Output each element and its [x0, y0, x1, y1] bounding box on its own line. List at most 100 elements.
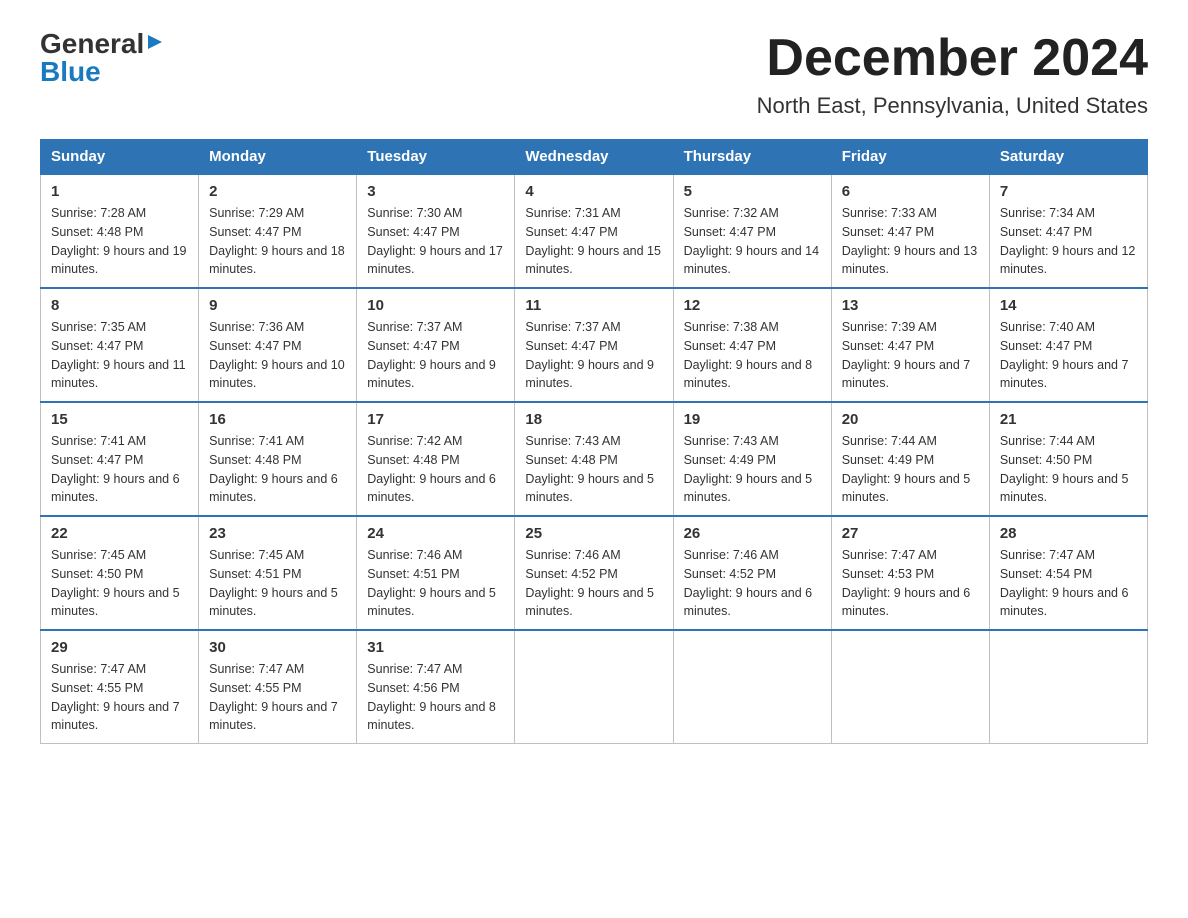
calendar-day-cell: 11 Sunrise: 7:37 AM Sunset: 4:47 PM Dayl… — [515, 288, 673, 402]
day-number: 31 — [367, 639, 504, 656]
calendar-day-cell: 10 Sunrise: 7:37 AM Sunset: 4:47 PM Dayl… — [357, 288, 515, 402]
day-number: 22 — [51, 525, 188, 542]
day-info: Sunrise: 7:33 AM Sunset: 4:47 PM Dayligh… — [842, 204, 979, 279]
calendar-week-row: 29 Sunrise: 7:47 AM Sunset: 4:55 PM Dayl… — [41, 630, 1148, 744]
logo-general-row: General — [40, 30, 164, 58]
day-info: Sunrise: 7:41 AM Sunset: 4:48 PM Dayligh… — [209, 432, 346, 507]
header: General Blue December 2024 North East, P… — [40, 30, 1148, 119]
day-info: Sunrise: 7:34 AM Sunset: 4:47 PM Dayligh… — [1000, 204, 1137, 279]
day-info: Sunrise: 7:47 AM Sunset: 4:53 PM Dayligh… — [842, 546, 979, 621]
day-number: 1 — [51, 183, 188, 200]
calendar-week-row: 8 Sunrise: 7:35 AM Sunset: 4:47 PM Dayli… — [41, 288, 1148, 402]
day-info: Sunrise: 7:44 AM Sunset: 4:50 PM Dayligh… — [1000, 432, 1137, 507]
day-info: Sunrise: 7:46 AM Sunset: 4:52 PM Dayligh… — [525, 546, 662, 621]
day-number: 23 — [209, 525, 346, 542]
calendar-day-cell: 13 Sunrise: 7:39 AM Sunset: 4:47 PM Dayl… — [831, 288, 989, 402]
calendar-day-cell — [515, 630, 673, 744]
day-info: Sunrise: 7:30 AM Sunset: 4:47 PM Dayligh… — [367, 204, 504, 279]
month-title: December 2024 — [757, 30, 1148, 87]
title-area: December 2024 North East, Pennsylvania, … — [757, 30, 1148, 119]
day-number: 13 — [842, 297, 979, 314]
day-number: 6 — [842, 183, 979, 200]
calendar-day-cell: 6 Sunrise: 7:33 AM Sunset: 4:47 PM Dayli… — [831, 174, 989, 288]
header-sunday: Sunday — [41, 140, 199, 175]
calendar-day-cell: 17 Sunrise: 7:42 AM Sunset: 4:48 PM Dayl… — [357, 402, 515, 516]
logo-blue-row: Blue — [40, 58, 101, 86]
day-number: 10 — [367, 297, 504, 314]
day-number: 29 — [51, 639, 188, 656]
calendar-day-cell: 8 Sunrise: 7:35 AM Sunset: 4:47 PM Dayli… — [41, 288, 199, 402]
day-info: Sunrise: 7:47 AM Sunset: 4:56 PM Dayligh… — [367, 660, 504, 735]
day-info: Sunrise: 7:31 AM Sunset: 4:47 PM Dayligh… — [525, 204, 662, 279]
calendar-week-row: 22 Sunrise: 7:45 AM Sunset: 4:50 PM Dayl… — [41, 516, 1148, 630]
day-number: 27 — [842, 525, 979, 542]
calendar-week-row: 1 Sunrise: 7:28 AM Sunset: 4:48 PM Dayli… — [41, 174, 1148, 288]
day-number: 2 — [209, 183, 346, 200]
day-number: 5 — [684, 183, 821, 200]
day-info: Sunrise: 7:47 AM Sunset: 4:55 PM Dayligh… — [51, 660, 188, 735]
location-title: North East, Pennsylvania, United States — [757, 93, 1148, 119]
calendar-day-cell: 3 Sunrise: 7:30 AM Sunset: 4:47 PM Dayli… — [357, 174, 515, 288]
day-info: Sunrise: 7:41 AM Sunset: 4:47 PM Dayligh… — [51, 432, 188, 507]
day-info: Sunrise: 7:36 AM Sunset: 4:47 PM Dayligh… — [209, 318, 346, 393]
calendar-day-cell: 1 Sunrise: 7:28 AM Sunset: 4:48 PM Dayli… — [41, 174, 199, 288]
calendar-day-cell: 27 Sunrise: 7:47 AM Sunset: 4:53 PM Dayl… — [831, 516, 989, 630]
day-number: 26 — [684, 525, 821, 542]
calendar-week-row: 15 Sunrise: 7:41 AM Sunset: 4:47 PM Dayl… — [41, 402, 1148, 516]
calendar-day-cell: 12 Sunrise: 7:38 AM Sunset: 4:47 PM Dayl… — [673, 288, 831, 402]
day-number: 14 — [1000, 297, 1137, 314]
day-number: 20 — [842, 411, 979, 428]
calendar-header-row: SundayMondayTuesdayWednesdayThursdayFrid… — [41, 140, 1148, 175]
calendar-day-cell: 28 Sunrise: 7:47 AM Sunset: 4:54 PM Dayl… — [989, 516, 1147, 630]
calendar-day-cell: 4 Sunrise: 7:31 AM Sunset: 4:47 PM Dayli… — [515, 174, 673, 288]
day-info: Sunrise: 7:28 AM Sunset: 4:48 PM Dayligh… — [51, 204, 188, 279]
day-info: Sunrise: 7:39 AM Sunset: 4:47 PM Dayligh… — [842, 318, 979, 393]
day-number: 18 — [525, 411, 662, 428]
day-info: Sunrise: 7:37 AM Sunset: 4:47 PM Dayligh… — [367, 318, 504, 393]
header-friday: Friday — [831, 140, 989, 175]
header-wednesday: Wednesday — [515, 140, 673, 175]
day-info: Sunrise: 7:46 AM Sunset: 4:52 PM Dayligh… — [684, 546, 821, 621]
calendar-day-cell: 26 Sunrise: 7:46 AM Sunset: 4:52 PM Dayl… — [673, 516, 831, 630]
day-info: Sunrise: 7:40 AM Sunset: 4:47 PM Dayligh… — [1000, 318, 1137, 393]
calendar-day-cell: 20 Sunrise: 7:44 AM Sunset: 4:49 PM Dayl… — [831, 402, 989, 516]
day-number: 4 — [525, 183, 662, 200]
calendar-day-cell: 31 Sunrise: 7:47 AM Sunset: 4:56 PM Dayl… — [357, 630, 515, 744]
header-thursday: Thursday — [673, 140, 831, 175]
day-info: Sunrise: 7:43 AM Sunset: 4:49 PM Dayligh… — [684, 432, 821, 507]
calendar-day-cell: 14 Sunrise: 7:40 AM Sunset: 4:47 PM Dayl… — [989, 288, 1147, 402]
header-saturday: Saturday — [989, 140, 1147, 175]
day-info: Sunrise: 7:42 AM Sunset: 4:48 PM Dayligh… — [367, 432, 504, 507]
calendar-day-cell: 25 Sunrise: 7:46 AM Sunset: 4:52 PM Dayl… — [515, 516, 673, 630]
day-info: Sunrise: 7:29 AM Sunset: 4:47 PM Dayligh… — [209, 204, 346, 279]
calendar-day-cell: 30 Sunrise: 7:47 AM Sunset: 4:55 PM Dayl… — [199, 630, 357, 744]
calendar-day-cell — [989, 630, 1147, 744]
day-info: Sunrise: 7:43 AM Sunset: 4:48 PM Dayligh… — [525, 432, 662, 507]
day-info: Sunrise: 7:44 AM Sunset: 4:49 PM Dayligh… — [842, 432, 979, 507]
day-number: 7 — [1000, 183, 1137, 200]
day-number: 3 — [367, 183, 504, 200]
calendar-day-cell: 7 Sunrise: 7:34 AM Sunset: 4:47 PM Dayli… — [989, 174, 1147, 288]
day-number: 28 — [1000, 525, 1137, 542]
calendar-day-cell: 19 Sunrise: 7:43 AM Sunset: 4:49 PM Dayl… — [673, 402, 831, 516]
day-info: Sunrise: 7:45 AM Sunset: 4:50 PM Dayligh… — [51, 546, 188, 621]
calendar-day-cell: 2 Sunrise: 7:29 AM Sunset: 4:47 PM Dayli… — [199, 174, 357, 288]
calendar-day-cell: 29 Sunrise: 7:47 AM Sunset: 4:55 PM Dayl… — [41, 630, 199, 744]
day-info: Sunrise: 7:45 AM Sunset: 4:51 PM Dayligh… — [209, 546, 346, 621]
day-info: Sunrise: 7:35 AM Sunset: 4:47 PM Dayligh… — [51, 318, 188, 393]
calendar-day-cell — [831, 630, 989, 744]
day-number: 15 — [51, 411, 188, 428]
day-number: 24 — [367, 525, 504, 542]
day-number: 17 — [367, 411, 504, 428]
calendar-day-cell: 15 Sunrise: 7:41 AM Sunset: 4:47 PM Dayl… — [41, 402, 199, 516]
logo-blue-text: Blue — [40, 56, 101, 87]
logo: General Blue — [40, 30, 164, 86]
header-monday: Monday — [199, 140, 357, 175]
calendar-day-cell: 22 Sunrise: 7:45 AM Sunset: 4:50 PM Dayl… — [41, 516, 199, 630]
calendar-day-cell: 16 Sunrise: 7:41 AM Sunset: 4:48 PM Dayl… — [199, 402, 357, 516]
day-number: 30 — [209, 639, 346, 656]
day-info: Sunrise: 7:37 AM Sunset: 4:47 PM Dayligh… — [525, 318, 662, 393]
day-number: 9 — [209, 297, 346, 314]
header-tuesday: Tuesday — [357, 140, 515, 175]
logo-general-text: General — [40, 30, 144, 58]
